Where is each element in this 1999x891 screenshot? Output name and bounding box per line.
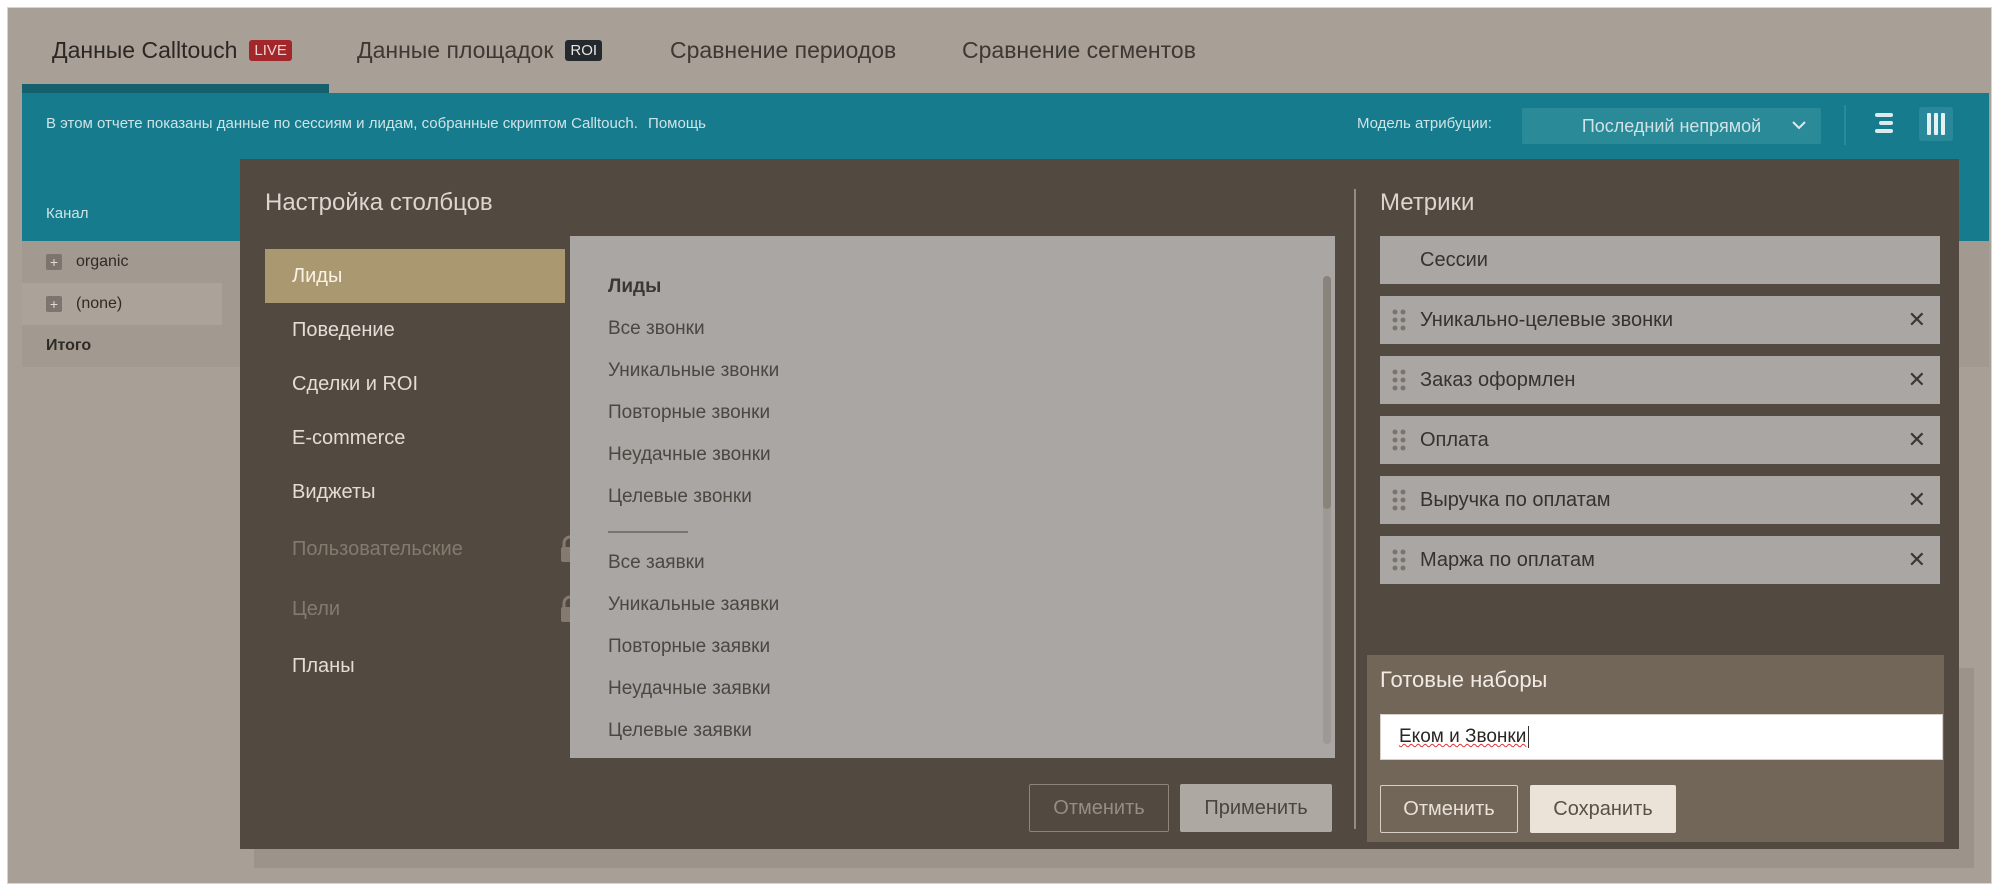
group-divider [608,518,779,542]
report-description: В этом отчете показаны данные по сессиям… [46,115,706,132]
metric-option[interactable]: Все заявки [608,542,779,584]
category-ecommerce[interactable]: E-commerce [265,411,565,465]
category-widgets[interactable]: Виджеты [265,465,565,519]
tab-label: Сравнение периодов [670,37,897,63]
metric-label: Выручка по оплатам [1420,488,1611,511]
panel-divider [1354,189,1356,829]
selected-metrics-list: Сессии Уникально-целевые звонки ✕ Заказ … [1380,236,1940,596]
column-settings-modal: Настройка столбцов Лиды Поведение Сделки… [240,159,1959,849]
category-label: Пользовательские [292,537,463,560]
metric-label: Сессии [1420,248,1488,271]
category-leads[interactable]: Лиды [265,249,565,303]
preset-name-input[interactable]: Еком и Звонки [1380,714,1943,760]
report-tabs: Данные Calltouch LIVE Данные площадок RO… [22,8,1991,93]
metric-option[interactable]: Целевые заявки [608,710,779,752]
remove-icon[interactable]: ✕ [1908,547,1926,573]
category-behavior[interactable]: Поведение [265,303,565,357]
attribution-label: Модель атрибуции: [1357,115,1492,132]
remove-icon[interactable]: ✕ [1908,367,1926,393]
help-link[interactable]: Помощь [648,115,706,132]
expand-icon[interactable]: + [46,254,62,270]
remove-icon[interactable]: ✕ [1908,487,1926,513]
selected-metric[interactable]: Заказ оформлен ✕ [1380,356,1940,404]
preset-cancel-button[interactable]: Отменить [1380,785,1518,833]
cancel-button[interactable]: Отменить [1029,784,1169,832]
tab-compare-periods[interactable]: Сравнение периодов [670,8,896,93]
expand-icon[interactable]: + [46,296,62,312]
selected-metrics-title: Метрики [1380,189,1475,216]
selected-metric[interactable]: Оплата ✕ [1380,416,1940,464]
channel-column-header[interactable]: Канал [46,205,88,222]
tab-label: Данные площадок [357,37,554,63]
table-row[interactable]: + (none) [22,283,222,325]
tab-label: Сравнение сегментов [962,37,1196,63]
category-label: Лиды [292,264,343,287]
live-badge: LIVE [249,40,292,61]
metric-option[interactable]: Все звонки [608,308,779,350]
tree-view-icon[interactable] [1867,107,1901,141]
description-text: В этом отчете показаны данные по сессиям… [46,115,638,132]
total-row: Итого [46,337,92,354]
category-label: Цели [292,597,341,620]
category-custom: Пользовательские [265,519,579,579]
drag-handle-icon[interactable] [1392,549,1406,577]
category-label: Виджеты [292,480,376,503]
drag-handle-icon[interactable] [1392,489,1406,517]
chevron-down-icon [1791,115,1807,140]
preset-name-value: Еком и Звонки [1399,726,1527,747]
selected-metric[interactable]: Уникально-целевые звонки ✕ [1380,296,1940,344]
metric-option[interactable]: Повторные заявки [608,626,779,668]
tab-platform-data[interactable]: Данные площадок ROI [357,8,603,93]
category-label: Планы [292,654,355,677]
attribution-value: Последний непрямой [1581,115,1762,136]
remove-icon[interactable]: ✕ [1908,307,1926,333]
app-window: Данные Calltouch LIVE Данные площадок RO… [7,7,1992,884]
drag-handle-icon[interactable] [1392,369,1406,397]
row-label: organic [76,253,129,270]
roi-badge: ROI [565,40,603,61]
metric-label: Маржа по оплатам [1420,548,1595,571]
drag-handle-icon[interactable] [1392,309,1406,337]
modal-title: Настройка столбцов [265,189,493,216]
category-plans[interactable]: Планы [265,639,565,693]
remove-icon[interactable]: ✕ [1908,427,1926,453]
metric-option[interactable]: Целевые звонки [608,476,779,518]
attribution-model-select[interactable]: Последний непрямой [1522,108,1821,144]
selected-metric-fixed: Сессии [1380,236,1940,284]
metric-option[interactable]: Неудачные заявки [608,668,779,710]
table-row[interactable]: + organic [22,241,222,283]
metric-label: Оплата [1420,428,1489,451]
tab-compare-segments[interactable]: Сравнение сегментов [962,8,1196,93]
drag-handle-icon[interactable] [1392,429,1406,457]
selected-metric[interactable]: Маржа по оплатам ✕ [1380,536,1940,584]
scrollbar-thumb[interactable] [1323,276,1331,509]
metric-option[interactable]: Уникальные заявки [608,584,779,626]
metric-label: Уникально-целевые звонки [1420,308,1674,331]
preset-save-button[interactable]: Сохранить [1530,785,1676,833]
metrics-group-header: Лиды [608,276,662,297]
toolbar-divider [1844,105,1846,145]
row-label: (none) [76,295,123,312]
category-label: E-commerce [292,426,406,449]
category-deals-roi[interactable]: Сделки и ROI [265,357,565,411]
metric-option[interactable]: Неудачные звонки [608,434,779,476]
category-label: Поведение [292,318,395,341]
tab-calltouch-data[interactable]: Данные Calltouch LIVE [52,8,292,93]
metric-label: Заказ оформлен [1420,368,1576,391]
columns-settings-icon[interactable] [1919,107,1953,141]
category-label: Сделки и ROI [292,372,419,395]
metric-option[interactable]: Уникальные звонки [608,350,779,392]
active-tab-indicator [22,84,329,93]
category-list: Лиды Поведение Сделки и ROI E-commerce В… [265,249,579,693]
selected-metric[interactable]: Выручка по оплатам ✕ [1380,476,1940,524]
metric-option[interactable]: Повторные звонки [608,392,779,434]
presets-title: Готовые наборы [1380,667,1548,692]
text-cursor [1528,726,1530,748]
tab-label: Данные Calltouch [52,37,238,63]
available-metrics-list: Лиды Все звонки Уникальные звонки Повтор… [570,236,1335,758]
category-goals: Цели [265,579,579,639]
apply-button[interactable]: Применить [1180,784,1332,832]
presets-panel: Готовые наборы Еком и Звонки Отменить Со… [1367,655,1944,842]
